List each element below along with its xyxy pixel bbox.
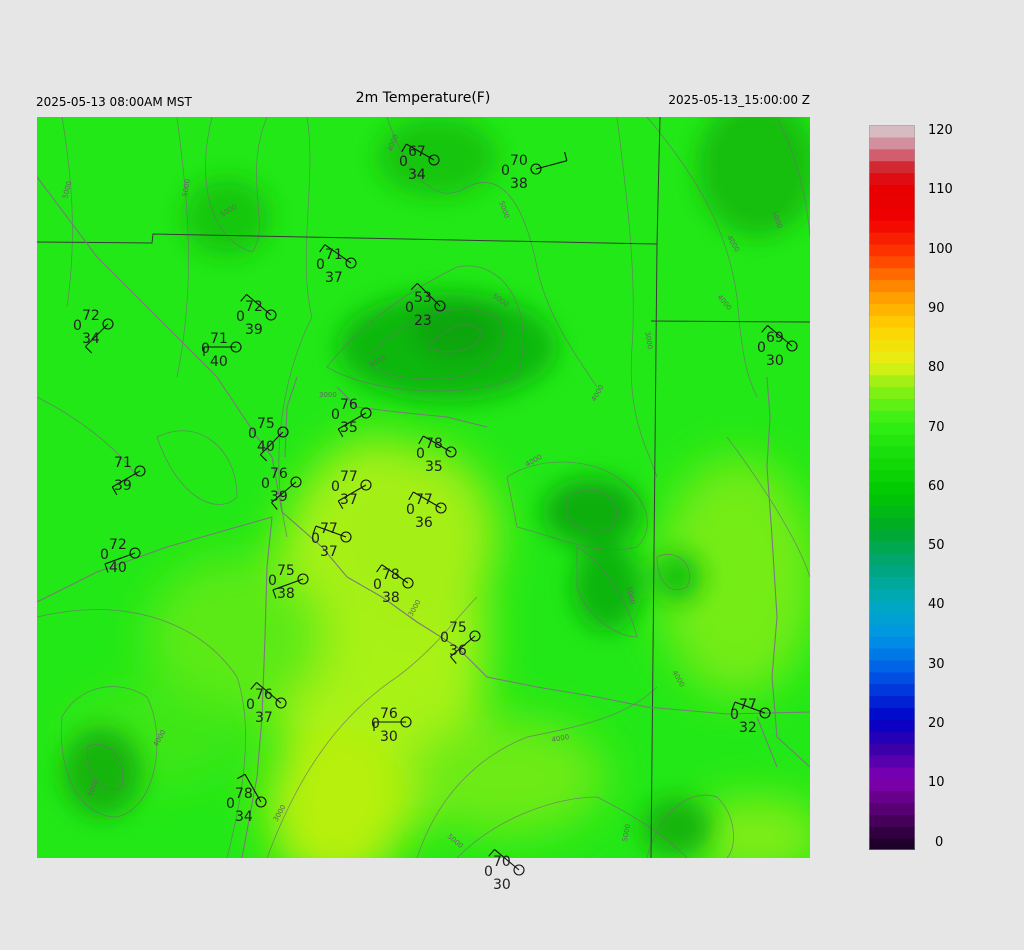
colorbar-segment xyxy=(869,766,915,780)
colorbar-segment xyxy=(869,576,915,590)
colorbar-tick-label: 100 xyxy=(928,241,953,257)
colorbar-tick-label: 80 xyxy=(928,360,945,376)
colorbar-segment xyxy=(869,790,915,804)
colorbar-segment xyxy=(869,303,915,316)
colorbar-segment xyxy=(869,802,915,815)
colorbar-segment xyxy=(869,243,915,257)
temperature-field: 5000 5000 4000 5000 5000 5000 6000 4000 … xyxy=(37,117,810,858)
colorbar-segment xyxy=(869,636,915,649)
colorbar-tick-label: 70 xyxy=(928,419,945,435)
colorbar-segment xyxy=(869,172,915,186)
colorbar-segment xyxy=(869,529,915,542)
station-dewpoint: 30 xyxy=(493,877,511,893)
colorbar-segment xyxy=(869,220,915,233)
valid-time-utc: 2025-05-13_15:00:00 Z xyxy=(668,93,810,107)
colorbar-segment xyxy=(869,338,915,352)
colorbar-segment xyxy=(869,279,915,292)
colorbar-segment xyxy=(869,327,915,340)
colorbar-segment xyxy=(869,457,915,471)
colorbar-segment xyxy=(869,814,915,827)
station-circle xyxy=(513,864,525,876)
colorbar-segment xyxy=(869,612,915,625)
colorbar-segment xyxy=(869,600,915,613)
colorbar-segment xyxy=(869,683,915,697)
colorbar-tick-label: 30 xyxy=(928,656,945,672)
colorbar-segment xyxy=(869,184,915,197)
colorbar-tick-label: 0 xyxy=(935,834,944,850)
colorbar-segment xyxy=(869,315,915,328)
colorbar-segment xyxy=(869,434,915,447)
station-sky-cover: 0 xyxy=(484,864,493,880)
colorbar-segment xyxy=(869,255,915,269)
colorbar-segment xyxy=(869,826,915,839)
colorbar-tick-label: 60 xyxy=(928,478,945,494)
colorbar-segment xyxy=(869,778,915,792)
colorbar-segment xyxy=(869,564,915,578)
colorbar-segment xyxy=(869,838,915,850)
colorbar-segment xyxy=(869,647,915,661)
colorbar-segment xyxy=(869,410,915,423)
colorbar-tick-label: 120 xyxy=(928,123,953,138)
colorbar-segment xyxy=(869,374,915,388)
colorbar-segment xyxy=(869,148,915,162)
colorbar-segment xyxy=(869,624,915,637)
colorbar-segment xyxy=(869,398,915,411)
colorbar-segment xyxy=(869,125,915,138)
colorbar-segment xyxy=(869,231,915,245)
colorbar-tick-label: 20 xyxy=(928,716,945,731)
colorbar-segment xyxy=(869,552,915,566)
colorbar-segment xyxy=(869,588,915,602)
colorbar-segment xyxy=(869,291,915,304)
colorbar-segment xyxy=(869,481,915,495)
colorbar-tick-label: 90 xyxy=(928,300,945,316)
colorbar-segment xyxy=(869,445,915,459)
colorbar-segment xyxy=(869,362,915,376)
colorbar-segment xyxy=(869,695,915,708)
colorbar-segment xyxy=(869,196,915,209)
colorbar-segment xyxy=(869,208,915,221)
colorbar-tick-label: 40 xyxy=(928,597,945,613)
colorbar-segment xyxy=(869,493,915,506)
colorbar-segment xyxy=(869,731,915,744)
colorbar-segment xyxy=(869,505,915,518)
colorbar-segment xyxy=(869,386,915,399)
colorbar-tick-label: 110 xyxy=(928,182,953,198)
colorbar-tick-label: 10 xyxy=(928,775,945,791)
colorbar-segment xyxy=(869,517,915,530)
colorbar-segment xyxy=(869,350,915,364)
colorbar-segment xyxy=(869,754,915,768)
temperature-map: 5000 5000 4000 5000 5000 5000 6000 4000 … xyxy=(37,117,810,858)
svg-text:3000: 3000 xyxy=(319,391,337,399)
colorbar-segment xyxy=(869,160,915,174)
colorbar-segment xyxy=(869,267,915,281)
colorbar xyxy=(869,125,915,850)
colorbar-segment xyxy=(869,719,915,732)
colorbar-segment xyxy=(869,743,915,756)
colorbar-segment xyxy=(869,707,915,720)
colorbar-tick-label: 50 xyxy=(928,538,945,554)
colorbar-segment xyxy=(869,136,915,150)
colorbar-segment xyxy=(869,659,915,673)
colorbar-segment xyxy=(869,422,915,435)
colorbar-segment xyxy=(869,469,915,483)
colorbar-segment xyxy=(869,540,915,554)
colorbar-segment xyxy=(869,671,915,685)
